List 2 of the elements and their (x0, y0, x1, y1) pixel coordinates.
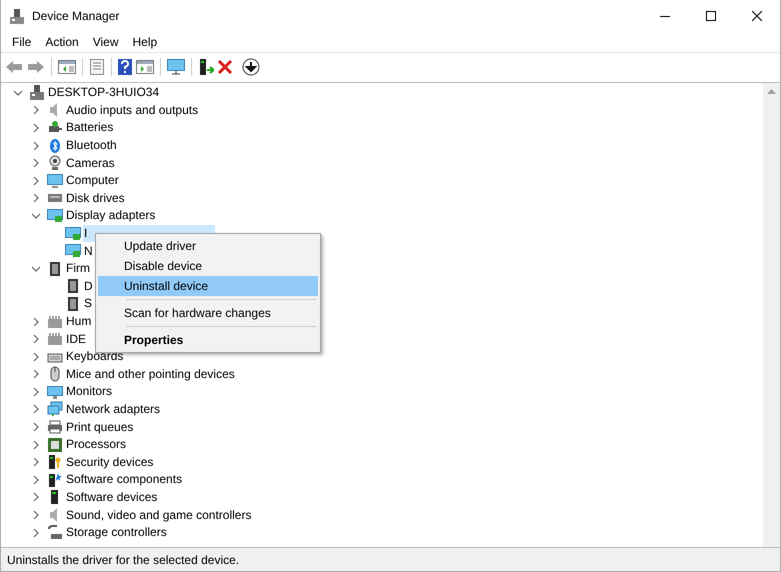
status-text: Uninstalls the driver for the selected device. (7, 552, 240, 568)
window-title: Device Manager (32, 8, 120, 25)
